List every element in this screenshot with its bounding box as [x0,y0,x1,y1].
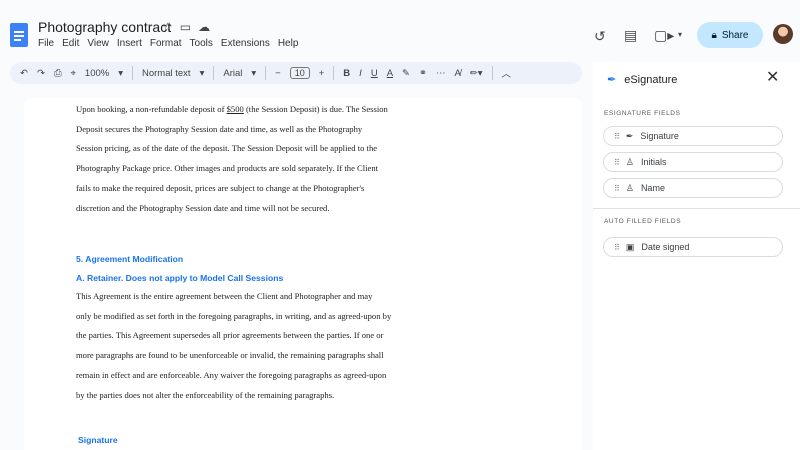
field-date-signed[interactable]: ⠿ ▣ Date signed [603,237,783,257]
menu-tools[interactable]: Tools [190,38,213,49]
document-page[interactable]: Upon booking, a non-refundable deposit o… [24,98,582,450]
move-folder-icon[interactable]: ▭ [180,20,191,34]
line: This Agreement is the entire agreement b… [76,291,373,301]
initials-icon: ♙ [625,156,634,167]
line: remain in effect and are enforceable. An… [76,369,387,380]
lock-icon: 🔒︎ [711,29,717,41]
line: more paragraphs are found to be unenforc… [76,350,384,361]
drag-handle-icon[interactable]: ⠿ [614,243,620,252]
person-icon: ♙ [625,182,634,193]
share-label: Share [721,29,749,41]
text-color-icon[interactable]: A [387,68,393,79]
editing-mode-icon[interactable]: ✏▾ [470,68,483,79]
link-icon[interactable]: ⚭ [419,68,427,79]
drag-handle-icon[interactable]: ⠿ [614,184,620,193]
close-icon[interactable]: ✕ [766,67,779,87]
chevron-down-icon[interactable]: ▾ [118,68,123,79]
redo-icon[interactable]: ↷ [37,68,45,79]
italic-icon[interactable]: I [359,68,362,79]
top-bar: Photography contract ☆ ▭ ☁ File Edit Vie… [0,0,800,60]
section-heading: 5. Agreement Modification [76,254,184,264]
zoom-select[interactable]: 100% [85,68,109,79]
esignature-panel: ✒ eSignature ✕ ESIGNATURE FIELDS ⠿ ✒ Sig… [593,62,800,450]
comments-icon[interactable]: ▤ [624,27,637,44]
separator [491,66,493,80]
menu-insert[interactable]: Insert [117,38,142,49]
meet-dropdown-icon[interactable]: ▾ [678,30,682,39]
pen-icon: ✒ [607,74,617,86]
line: Upon booking, a non-refundable deposit o… [76,104,388,114]
field-initials[interactable]: ⠿ ♙ Initials [603,152,783,172]
bold-icon[interactable]: B [343,68,350,79]
document-title[interactable]: Photography contract [38,19,171,35]
line: the parties. This Agreement supersedes a… [76,330,384,341]
section-label: AUTO FILLED FIELDS [604,218,682,225]
highlight-icon[interactable]: ✎ [402,68,410,79]
increase-size-icon[interactable]: + [319,68,325,79]
share-button[interactable]: 🔒︎ Share [697,22,763,48]
separator [132,66,133,80]
separator [265,66,267,80]
chevron-down-icon[interactable]: ▾ [200,68,205,79]
more-icon[interactable]: ⋯ [436,68,446,79]
cloud-status-icon[interactable]: ☁ [198,20,210,34]
docs-logo-icon[interactable] [10,23,28,47]
underline-icon[interactable]: U [371,68,378,79]
font-size-input[interactable]: 10 [289,67,310,79]
panel-header: ✒ eSignature [607,73,678,87]
menu-help[interactable]: Help [278,38,299,49]
drag-handle-icon[interactable]: ⠿ [614,158,620,167]
title-actions: ☆ ▭ ☁ [162,20,210,34]
field-label: Initials [640,157,667,167]
divider [593,208,800,209]
paint-format-icon[interactable]: ⌖ [71,68,76,79]
meet-icon[interactable]: ▢▸ [654,27,674,44]
deposit-amount: $500 [226,104,244,114]
line: fails to make the required deposit, pric… [76,182,365,193]
panel-title: eSignature [624,73,678,86]
avatar[interactable] [773,24,793,44]
calendar-icon: ▣ [625,241,635,252]
line: Deposit secures the Photography Session … [76,123,363,134]
formatting-toolbar: ↶ ↷ ⎙ ⌖ 100% ▾ Normal text ▾ Arial ▾ − 1… [10,62,582,84]
line: only be modified as set forth in the for… [76,310,392,321]
field-label: Name [640,183,665,193]
style-select[interactable]: Normal text [142,68,191,79]
line: Session pricing, as of the date of the d… [76,143,378,154]
field-name[interactable]: ⠿ ♙ Name [603,178,783,198]
star-icon[interactable]: ☆ [162,20,173,34]
field-signature[interactable]: ⠿ ✒ Signature [603,126,783,146]
separator [333,66,335,80]
print-icon[interactable]: ⎙ [54,68,62,79]
font-select[interactable]: Arial [223,68,242,79]
field-label: Date signed [641,242,690,252]
separator [213,66,215,80]
subsection-heading: A. Retainer. Does not apply to Model Cal… [76,273,284,283]
signature-heading: Signature [78,435,118,445]
menu-bar: File Edit View Insert Format Tools Exten… [38,38,298,49]
line: Photography Package price. Other images … [76,163,379,174]
line: discretion and the Photography Session d… [76,202,330,213]
chevron-down-icon[interactable]: ▾ [251,68,256,79]
drag-handle-icon[interactable]: ⠿ [614,132,620,141]
menu-edit[interactable]: Edit [62,38,79,49]
spelling-icon[interactable]: A̸ [454,68,460,79]
decrease-size-icon[interactable]: − [275,68,281,79]
field-label: Signature [640,131,679,141]
signature-icon: ✒ [625,130,634,141]
menu-view[interactable]: View [87,38,109,49]
menu-extensions[interactable]: Extensions [221,38,270,49]
line: by the parties does not alter the enforc… [76,389,335,400]
paragraph-agreement: This Agreement is the entire agreement b… [76,287,476,405]
section-label: ESIGNATURE FIELDS [604,110,681,117]
undo-icon[interactable]: ↶ [20,68,28,79]
menu-format[interactable]: Format [150,38,182,49]
menu-file[interactable]: File [38,38,54,49]
paragraph-deposit: Upon booking, a non-refundable deposit o… [76,100,476,218]
collapse-toolbar-icon[interactable]: ︿ [502,66,512,80]
history-icon[interactable]: ↺ [594,28,606,45]
